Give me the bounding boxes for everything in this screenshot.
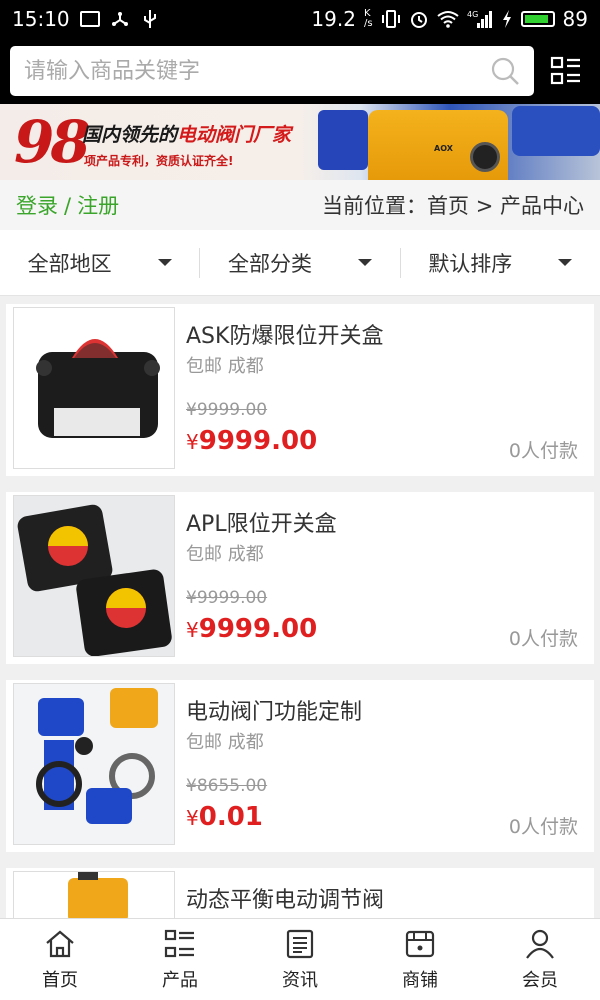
battery-icon: [520, 11, 555, 27]
svg-text:4G: 4G: [467, 10, 478, 19]
nav-shop[interactable]: 商铺: [360, 919, 480, 1000]
product-list[interactable]: ASK防爆限位开关盒 包邮 成都 ¥9999.00 ¥9999.00 0人付款 …: [0, 304, 600, 918]
nav-label: 资讯: [282, 969, 318, 991]
filter-region[interactable]: 全部地区: [0, 248, 199, 278]
banner-number: 98: [14, 108, 91, 176]
menu-icon[interactable]: [550, 55, 582, 87]
clock: 15:10: [12, 7, 70, 31]
nav-news[interactable]: 资讯: [240, 919, 360, 1000]
search-input[interactable]: [24, 58, 490, 84]
filter-category[interactable]: 全部分类: [199, 247, 399, 278]
signal-icon: 4G: [467, 10, 492, 28]
vibrate-icon: [381, 10, 400, 28]
charging-icon: [502, 10, 511, 28]
nav-label: 会员: [522, 969, 558, 991]
product-shipping: 包邮 成都: [186, 356, 264, 377]
banner-subtitle: 项产品专利，资质认证齐全!: [84, 154, 234, 168]
chevron-down-icon: [157, 259, 172, 266]
nav-label: 首页: [42, 969, 78, 991]
product-sales-count: 0人付款: [508, 440, 578, 462]
user-icon: [526, 929, 554, 959]
product-original-price: ¥8655.00: [186, 776, 268, 796]
product-price: ¥9999.00: [186, 426, 318, 456]
product-image[interactable]: [13, 683, 175, 845]
product-image[interactable]: [13, 307, 175, 469]
login-link[interactable]: 登录: [16, 194, 58, 218]
network-speed: 19.2: [311, 7, 356, 31]
product-card[interactable]: 电动阀门功能定制 包邮 成都 ¥8655.00 ¥0.01 0人付款: [6, 680, 594, 852]
nav-home[interactable]: 首页: [0, 919, 120, 1000]
bottom-nav: 首页 产品 资讯 商铺 会员: [0, 918, 600, 1000]
nav-member[interactable]: 会员: [480, 919, 600, 1000]
network-speed-unit: K/s: [363, 8, 373, 29]
news-icon: [286, 929, 314, 958]
nav-label: 产品: [162, 969, 198, 991]
nav-label: 商铺: [402, 969, 438, 991]
product-shipping: 包邮 成都: [186, 732, 264, 753]
auth-links: 登录 / 注册: [16, 194, 120, 218]
product-price: ¥9999.00: [186, 614, 318, 644]
product-sales-count: 0人付款: [508, 628, 578, 650]
shop-icon: [405, 930, 435, 957]
product-shipping: 包邮 成都: [186, 544, 264, 565]
banner-valve-image-2: [512, 106, 600, 156]
banner-knob-image: [470, 142, 500, 172]
banner-valve-image: [318, 110, 368, 170]
grid-list-icon: [164, 929, 194, 957]
product-card[interactable]: ASK防爆限位开关盒 包邮 成都 ¥9999.00 ¥9999.00 0人付款: [6, 304, 594, 476]
wifi-icon: [436, 11, 459, 28]
status-bar: 15:10 19.2 K/s 4G 89: [0, 0, 600, 38]
gallery-icon: [79, 11, 100, 27]
search-icon[interactable]: [490, 56, 520, 86]
location-bar: 登录 / 注册 当前位置：首页 > 产品中心: [0, 180, 600, 230]
product-image[interactable]: [13, 871, 175, 918]
breadcrumb: 当前位置：首页 > 产品中心: [322, 194, 584, 218]
filter-bar: 全部地区 全部分类 默认排序: [0, 230, 600, 296]
chevron-down-icon: [558, 259, 573, 266]
product-sales-count: 0人付款: [508, 816, 578, 838]
product-name[interactable]: ASK防爆限位开关盒: [186, 318, 383, 350]
battery-level: 89: [562, 7, 588, 31]
product-card[interactable]: APL限位开关盒 包邮 成都 ¥9999.00 ¥9999.00 0人付款: [6, 492, 594, 664]
product-name[interactable]: 动态平衡电动调节阀: [186, 882, 384, 914]
alarm-icon: [410, 12, 427, 28]
search-box[interactable]: [10, 46, 534, 96]
usb-icon: [143, 10, 156, 28]
product-original-price: ¥9999.00: [186, 588, 268, 608]
filter-sort[interactable]: 默认排序: [399, 247, 600, 278]
product-name[interactable]: 电动阀门功能定制: [186, 694, 362, 726]
product-name[interactable]: APL限位开关盒: [186, 506, 337, 538]
product-card[interactable]: 动态平衡电动调节阀: [6, 868, 594, 918]
product-original-price: ¥9999.00: [186, 400, 268, 420]
chevron-down-icon: [357, 259, 372, 266]
banner-title: 国内领先的电动阀门厂家: [82, 124, 292, 146]
share-icon: [111, 12, 128, 26]
product-price: ¥0.01: [186, 802, 263, 832]
home-icon: [46, 930, 74, 957]
nav-products[interactable]: 产品: [120, 919, 240, 1000]
search-header: [0, 38, 600, 104]
register-link[interactable]: 注册: [77, 194, 119, 218]
promo-banner[interactable]: 98 国内领先的电动阀门厂家 项产品专利，资质认证齐全! AOX: [0, 104, 600, 180]
product-image[interactable]: [13, 495, 175, 657]
